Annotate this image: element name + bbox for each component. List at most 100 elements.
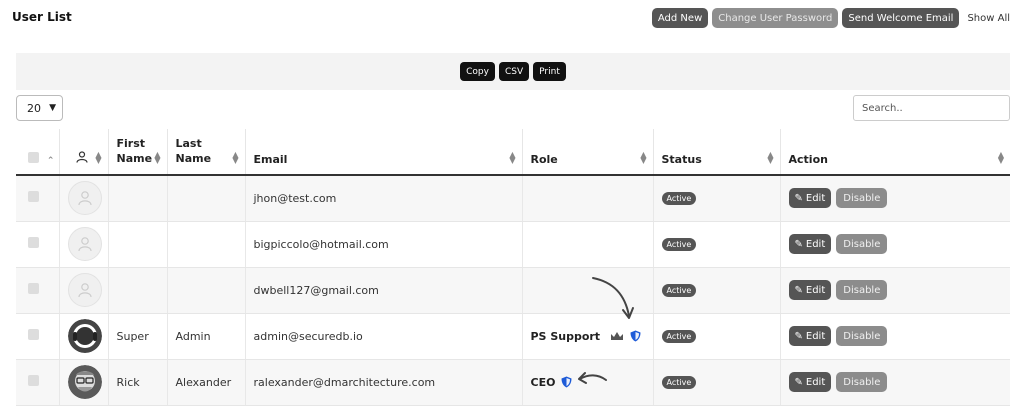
sort-icon[interactable]: ▲ ▼ — [640, 151, 646, 165]
last-name-cell — [166, 267, 245, 314]
change-password-button[interactable]: Change User Password — [712, 8, 839, 28]
role-label: Role — [530, 153, 558, 166]
first-name-cell: Rick — [107, 359, 167, 406]
role-header[interactable]: Role ▲ ▼ — [521, 129, 653, 176]
avatar — [67, 365, 102, 399]
user-icon — [75, 151, 88, 163]
status-label: Status — [661, 153, 702, 166]
last-name-cell — [166, 175, 245, 222]
add-new-button[interactable]: Add New — [651, 8, 709, 28]
table-row[interactable]: bigpiccolo@hotmail.com Active ✎ Edit Disab… — [16, 221, 1010, 268]
role-cell — [521, 221, 653, 268]
edit-label: Edit — [805, 192, 826, 204]
last-name-cell — [166, 221, 245, 268]
table-row[interactable]: jhon@test.com Active ✎ Edit Disable — [16, 175, 1010, 222]
edit-label: Edit — [805, 330, 826, 342]
sort-icon[interactable]: ▲ ▼ — [95, 151, 101, 165]
first-name-cell — [107, 221, 167, 268]
email-header[interactable]: Email ▲ ▼ — [244, 129, 522, 176]
select-all-header[interactable]: ⌃ — [16, 129, 59, 176]
edit-label: Edit — [805, 238, 826, 250]
email-cell: ralexander@dmarchitecture.com — [244, 359, 522, 406]
first-name-cell — [107, 267, 167, 314]
role-cell — [521, 267, 653, 314]
email-cell: dwbell127@gmail.com — [244, 267, 522, 314]
user-table: ⌃ ▲ ▼ First Name ▲ ▼ Last Name ▲ ▼ Email ▲ ▼ Ro… — [16, 129, 1010, 406]
disable-button[interactable]: Disable — [836, 280, 888, 300]
disable-button[interactable]: Disable — [836, 234, 888, 254]
role-label: PS Support — [530, 329, 601, 343]
action-header[interactable]: Action ▲ ▼ — [779, 129, 1010, 176]
export-bar: Copy CSV Print — [16, 53, 1010, 90]
search-input[interactable] — [853, 95, 1010, 121]
last-name-cell: Admin — [166, 313, 245, 360]
pencil-icon: ✎ — [794, 376, 803, 388]
edit-label: Edit — [805, 376, 826, 388]
print-button[interactable]: Print — [533, 62, 566, 81]
avatar — [67, 319, 102, 353]
avatar-header[interactable]: ▲ ▼ — [58, 129, 108, 176]
sort-icon[interactable]: ▲ ▼ — [509, 151, 515, 165]
chevron-down-icon: ▼ — [49, 103, 56, 113]
last-name-header[interactable]: Last Name ▲ ▼ — [166, 129, 245, 176]
status-header[interactable]: Status ▲ ▼ — [652, 129, 780, 176]
top-actions: Add New Change User Password Send Welcom… — [651, 8, 1010, 28]
row-checkbox[interactable] — [28, 329, 39, 340]
email-cell: jhon@test.com — [244, 175, 522, 222]
first-name-cell: Super — [107, 313, 167, 360]
edit-button[interactable]: ✎ Edit — [788, 188, 832, 209]
pencil-icon: ✎ — [794, 284, 803, 296]
disable-button[interactable]: Disable — [836, 326, 888, 346]
row-checkbox[interactable] — [28, 375, 39, 386]
avatar-placeholder-icon — [67, 227, 102, 261]
sort-icon[interactable]: ▲ ▼ — [998, 151, 1004, 165]
status-badge: Active — [661, 284, 697, 297]
pencil-icon: ✎ — [794, 192, 803, 204]
first-name-cell — [107, 175, 167, 222]
csv-button[interactable]: CSV — [498, 62, 530, 81]
avatar-placeholder-icon — [67, 181, 102, 216]
role-cell — [521, 175, 653, 222]
shield-icon — [630, 330, 641, 342]
last-name-cell: Alexander — [166, 359, 245, 406]
row-checkbox[interactable] — [28, 283, 39, 294]
status-badge: Active — [661, 376, 697, 389]
page-size-value: 20 — [27, 101, 41, 115]
email-cell: admin@securedb.io — [244, 313, 522, 360]
edit-label: Edit — [805, 284, 826, 296]
first-name-label: First Name — [116, 137, 153, 165]
pencil-icon: ✎ — [794, 238, 803, 250]
edit-button[interactable]: ✎ Edit — [788, 280, 832, 300]
page-size-select[interactable]: 20 ▼ — [16, 95, 63, 121]
table-row[interactable]: Super Admin admin@securedb.io PS Support… — [16, 313, 1010, 360]
copy-button[interactable]: Copy — [460, 62, 495, 81]
select-all-checkbox[interactable] — [28, 152, 39, 163]
disable-button[interactable]: Disable — [836, 188, 888, 209]
status-badge: Active — [661, 238, 697, 251]
sort-icon[interactable]: ▲ ▼ — [232, 151, 238, 165]
email-cell: bigpiccolo@hotmail.com — [244, 221, 522, 268]
crown-icon — [611, 332, 624, 340]
sort-icon[interactable]: ▲ ▼ — [767, 151, 773, 165]
send-welcome-email-button[interactable]: Send Welcome Email — [842, 8, 960, 28]
first-name-header[interactable]: First Name ▲ ▼ — [107, 129, 167, 176]
action-label: Action — [788, 153, 828, 166]
sort-icon[interactable]: ⌃ — [47, 156, 55, 166]
table-row[interactable]: Rick Alexander ralexander@dmarchitecture… — [16, 359, 1010, 406]
shield-icon — [561, 376, 572, 388]
sort-icon[interactable]: ▲ ▼ — [154, 151, 160, 165]
role-cell: PS Support — [531, 330, 642, 343]
last-name-label: Last Name — [175, 137, 212, 165]
table-row[interactable]: dwbell127@gmail.com Active ✎ Edit Disable — [16, 267, 1010, 314]
row-checkbox[interactable] — [28, 237, 39, 248]
status-badge: Active — [661, 192, 697, 206]
role-cell: CEO — [531, 376, 573, 389]
row-checkbox[interactable] — [28, 191, 39, 203]
role-label: CEO — [530, 375, 556, 389]
disable-button[interactable]: Disable — [836, 372, 888, 392]
edit-button[interactable]: ✎ Edit — [788, 234, 832, 254]
edit-button[interactable]: ✎ Edit — [788, 326, 832, 346]
avatar-placeholder-icon — [67, 273, 102, 307]
edit-button[interactable]: ✎ Edit — [788, 372, 832, 392]
show-all-link[interactable]: Show All — [967, 13, 1010, 24]
